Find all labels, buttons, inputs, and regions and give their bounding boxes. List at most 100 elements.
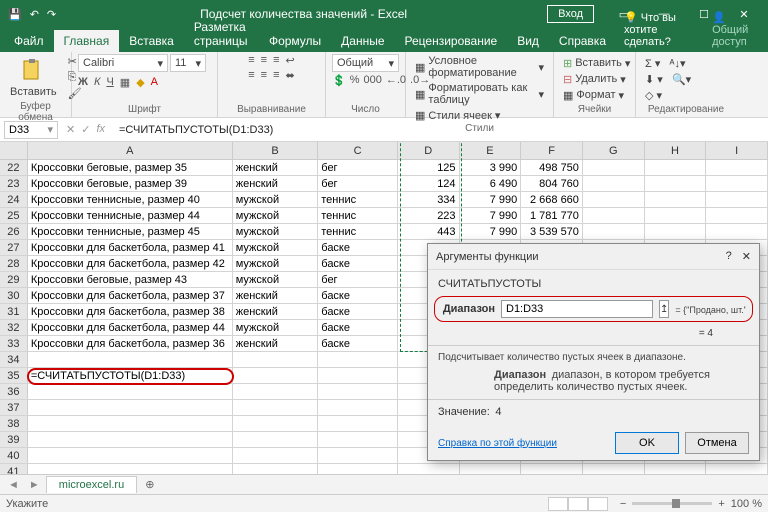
cell[interactable]: баске (318, 304, 398, 319)
cell[interactable] (318, 448, 398, 463)
enter-formula-icon[interactable]: ✓ (81, 123, 90, 136)
cell[interactable]: баске (318, 240, 398, 255)
cell[interactable] (706, 208, 768, 223)
view-break-button[interactable] (588, 497, 608, 511)
cell[interactable] (318, 384, 398, 399)
insert-cells-button[interactable]: ⊞Вставить▾ (560, 56, 633, 71)
cell[interactable] (233, 448, 319, 463)
cell[interactable]: баске (318, 320, 398, 335)
cell[interactable] (233, 368, 319, 383)
cell[interactable] (233, 352, 319, 367)
row-header[interactable]: 39 (0, 432, 28, 447)
tab-nav-prev-icon[interactable]: ◄ (4, 479, 23, 491)
cell-styles-button[interactable]: ▦Стили ячеек▾ (412, 108, 547, 123)
cell[interactable]: мужской (233, 192, 319, 207)
cell[interactable]: мужской (233, 208, 319, 223)
cell[interactable]: бег (318, 176, 398, 191)
align-right-button[interactable]: ≡ (273, 69, 279, 82)
italic-button[interactable]: К (94, 76, 100, 89)
font-name-combo[interactable]: Calibri▾ (78, 54, 168, 72)
row-header[interactable]: 27 (0, 240, 28, 255)
view-layout-button[interactable] (568, 497, 588, 511)
format-as-table-button[interactable]: ▦Форматировать как таблицу▾ (412, 81, 547, 107)
ribbon-tab-вид[interactable]: Вид (507, 30, 549, 52)
cell[interactable] (233, 432, 319, 447)
row-header[interactable]: 30 (0, 288, 28, 303)
cell[interactable]: баске (318, 256, 398, 271)
ribbon-tab-рецензирование[interactable]: Рецензирование (395, 30, 508, 52)
quickaccess-undo-icon[interactable]: ↶ (26, 8, 43, 21)
tell-me-input[interactable]: 💡 Что вы хотите сделать? (616, 7, 702, 52)
ribbon-tab-справка[interactable]: Справка (549, 30, 616, 52)
number-format-combo[interactable]: Общий▾ (332, 54, 399, 72)
col-header[interactable]: A (28, 142, 233, 159)
collapse-dialog-icon[interactable]: ↥ (659, 300, 669, 318)
col-header[interactable]: F (521, 142, 583, 159)
cell[interactable]: 124 (398, 176, 460, 191)
select-all-button[interactable] (0, 142, 28, 159)
ribbon-tab-формулы[interactable]: Формулы (259, 30, 331, 52)
align-left-button[interactable]: ≡ (248, 69, 254, 82)
cell[interactable]: мужской (233, 272, 319, 287)
login-button[interactable]: Вход (547, 5, 594, 23)
ribbon-tab-файл[interactable]: Файл (4, 30, 54, 52)
clear-button[interactable]: ◇ ▾ (642, 88, 694, 103)
bold-button[interactable]: Ж (78, 76, 88, 89)
cell[interactable]: бег (318, 272, 398, 287)
dialog-close-icon[interactable]: ✕ (742, 250, 751, 263)
cell[interactable] (583, 208, 645, 223)
align-middle-button[interactable]: ≡ (261, 54, 267, 67)
cell[interactable]: теннис (318, 224, 398, 239)
cell[interactable]: бег (318, 160, 398, 175)
cell[interactable]: Кроссовки беговые, размер 43 (28, 272, 233, 287)
col-header[interactable]: I (706, 142, 768, 159)
cell[interactable] (645, 192, 707, 207)
font-size-combo[interactable]: 11▾ (170, 54, 206, 72)
row-header[interactable]: 24 (0, 192, 28, 207)
cell[interactable] (28, 416, 233, 431)
cell[interactable]: 7 990 (460, 224, 522, 239)
currency-button[interactable]: 💲 (332, 74, 346, 87)
zoom-slider[interactable] (632, 502, 712, 505)
cell[interactable] (28, 400, 233, 415)
col-header[interactable]: H (645, 142, 707, 159)
col-header[interactable]: G (583, 142, 645, 159)
cell[interactable]: 6 490 (460, 176, 522, 191)
cancel-formula-icon[interactable]: ✕ (66, 123, 75, 136)
cell[interactable]: =СЧИТАТЬПУСТОТЫ(D1:D33) (28, 368, 233, 383)
cell[interactable] (583, 192, 645, 207)
cell[interactable] (583, 160, 645, 175)
row-header[interactable]: 31 (0, 304, 28, 319)
sheet-tab[interactable]: microexcel.ru (46, 476, 137, 493)
autosum-button[interactable]: Σ ▾ ᴬ↓▾ (642, 56, 694, 71)
col-header[interactable]: E (460, 142, 522, 159)
cell[interactable] (28, 352, 233, 367)
row-header[interactable]: 26 (0, 224, 28, 239)
view-normal-button[interactable] (548, 497, 568, 511)
cell[interactable] (318, 400, 398, 415)
cell[interactable]: 3 539 570 (521, 224, 583, 239)
col-header[interactable]: B (233, 142, 319, 159)
cell[interactable]: Кроссовки теннисные, размер 40 (28, 192, 233, 207)
share-button[interactable]: 👤 Общий доступ (702, 7, 768, 52)
cell[interactable]: мужской (233, 256, 319, 271)
cell[interactable]: Кроссовки для баскетбола, размер 42 (28, 256, 233, 271)
cell[interactable] (706, 160, 768, 175)
merge-button[interactable]: ⬌ (286, 69, 295, 82)
border-button[interactable]: ▦ (120, 76, 130, 89)
delete-cells-button[interactable]: ⊟Удалить▾ (560, 72, 633, 87)
range-input[interactable] (501, 300, 653, 318)
cell[interactable] (583, 224, 645, 239)
conditional-formatting-button[interactable]: ▦Условное форматирование▾ (412, 54, 547, 80)
cell[interactable]: Кроссовки теннисные, размер 45 (28, 224, 233, 239)
cell[interactable] (706, 192, 768, 207)
tab-nav-next-icon[interactable]: ► (25, 479, 44, 491)
cell[interactable] (318, 416, 398, 431)
fill-color-button[interactable]: ◆ (136, 76, 144, 89)
row-header[interactable]: 40 (0, 448, 28, 463)
font-color-button[interactable]: A (151, 76, 158, 89)
cancel-button[interactable]: Отмена (685, 432, 749, 454)
cell[interactable] (645, 176, 707, 191)
cell[interactable] (318, 432, 398, 447)
cell[interactable] (318, 352, 398, 367)
